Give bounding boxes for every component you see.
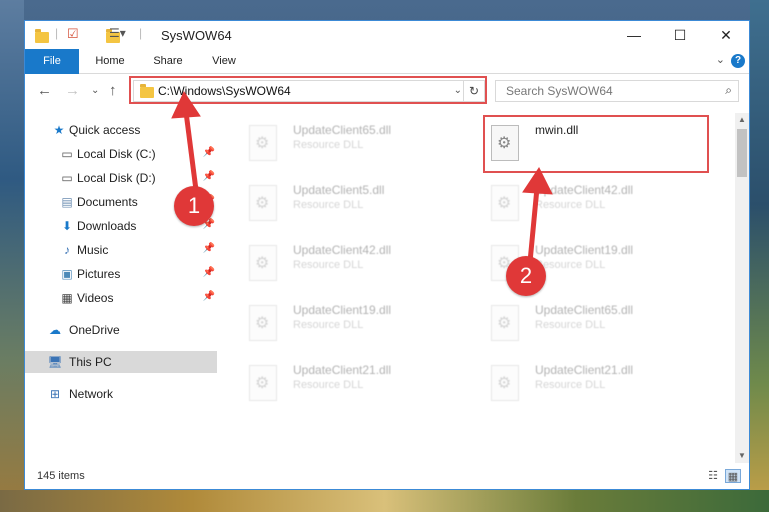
videos-icon: ▦ (61, 291, 73, 305)
maximize-button[interactable]: ☐ (657, 21, 703, 49)
step-2-badge: 2 (506, 256, 546, 296)
window-title: SysWOW64 (161, 28, 232, 43)
forward-arrow-icon[interactable]: → (65, 82, 80, 99)
navigation-bar: ← → ⌄ ↑ C:\Windows\SysWOW64 ⌄ ↻ Search S… (25, 74, 749, 108)
file-item[interactable]: ⚙ UpdateClient42.dll Resource DLL (241, 239, 461, 291)
pin-icon[interactable]: 📌 (203, 291, 215, 302)
pictures-icon: ▣ (61, 267, 73, 281)
desktop-background-right (750, 0, 769, 512)
gear-icon: ⚙ (255, 255, 270, 272)
gear-icon: ⚙ (497, 315, 512, 332)
item-count: 145 items (37, 470, 85, 482)
downloads-icon: ⬇ (61, 219, 73, 233)
sidebar-item-network[interactable]: ⊞ Network (25, 383, 217, 405)
search-icon[interactable]: ⌕ (725, 83, 732, 98)
tab-home[interactable]: Home (87, 49, 133, 73)
documents-icon: ▤ (61, 195, 73, 209)
pin-icon[interactable]: 📌 (203, 267, 215, 278)
folder-icon (35, 29, 49, 44)
chevron-down-icon[interactable]: ⌄ (716, 53, 725, 66)
file-item[interactable]: ⚙ UpdateClient19.dll Resource DLL (241, 299, 461, 351)
drive-icon: ▭ (61, 171, 73, 185)
sidebar-item-music[interactable]: ♪ Music 📌 (25, 239, 217, 261)
details-view-icon[interactable]: ☷ (705, 469, 721, 483)
file-highlight-box (483, 115, 709, 173)
search-input[interactable]: Search SysWOW64 (506, 84, 613, 98)
sidebar-item-videos[interactable]: ▦ Videos 📌 (25, 287, 217, 309)
file-item[interactable]: ⚙ UpdateClient65.dll Resource DLL (483, 299, 703, 351)
folder-icon (140, 84, 154, 98)
minimize-button[interactable]: — (611, 21, 657, 49)
help-button[interactable]: ? (731, 54, 745, 68)
navigation-pane: ★ Quick access ▭ Local Disk (C:) 📌 ▭ Loc… (25, 113, 220, 463)
address-bar[interactable]: C:\Windows\SysWOW64 ⌄ ↻ (133, 80, 485, 102)
explorer-window: | ☑ ☰▾ | SysWOW64 — ☐ ✕ File Home Share … (24, 20, 750, 490)
properties-icon[interactable]: ☑ (67, 26, 79, 42)
sidebar-item-this-pc[interactable]: 🖥 This PC (25, 351, 217, 373)
search-box[interactable]: Search SysWOW64 ⌕ (495, 80, 739, 102)
file-item[interactable]: ⚙ UpdateClient65.dll Resource DLL (241, 119, 461, 171)
gear-icon: ⚙ (497, 375, 512, 392)
file-list: ⚙ UpdateClient65.dll Resource DLL ⚙ mwin… (221, 113, 736, 463)
computer-icon: 🖥 (47, 355, 63, 369)
network-icon: ⊞ (49, 387, 61, 401)
scroll-down-icon[interactable]: ▼ (735, 449, 749, 463)
pin-icon[interactable]: 📌 (203, 171, 215, 182)
tiles-view-icon[interactable]: ▦ (725, 469, 741, 483)
file-item[interactable]: ⚙ UpdateClient21.dll Resource DLL (241, 359, 461, 411)
gear-icon: ⚙ (255, 195, 270, 212)
refresh-icon[interactable]: ↻ (463, 81, 484, 101)
gear-icon: ⚙ (255, 315, 270, 332)
step-1-badge: 1 (174, 186, 214, 226)
title-bar: | ☑ ☰▾ | SysWOW64 — ☐ ✕ (25, 21, 749, 49)
recent-locations-icon[interactable]: ⌄ (91, 85, 99, 96)
up-arrow-icon[interactable]: ↑ (109, 82, 117, 99)
vertical-scrollbar[interactable]: ▲ ▼ (735, 113, 749, 463)
separator: | (139, 26, 143, 40)
address-path[interactable]: C:\Windows\SysWOW64 (158, 84, 291, 98)
chevron-down-icon[interactable]: ⌄ (454, 85, 462, 96)
status-bar: 145 items ☷ ▦ (25, 463, 749, 489)
pin-icon[interactable]: 📌 (203, 243, 215, 254)
desktop-background-bottom (0, 490, 769, 512)
customize-toolbar-icon[interactable]: ☰▾ (109, 26, 126, 42)
drive-icon: ▭ (61, 147, 73, 161)
desktop-background-left (0, 0, 24, 512)
sidebar-item-quick-access[interactable]: ★ Quick access (25, 119, 217, 141)
gear-icon: ⚙ (255, 375, 270, 392)
music-icon: ♪ (64, 243, 70, 257)
scroll-up-icon[interactable]: ▲ (735, 113, 749, 127)
sidebar-item-pictures[interactable]: ▣ Pictures 📌 (25, 263, 217, 285)
sidebar-item-local-disk-c[interactable]: ▭ Local Disk (C:) 📌 (25, 143, 217, 165)
cloud-icon: ☁ (49, 323, 61, 337)
sidebar-item-onedrive[interactable]: ☁ OneDrive (25, 319, 217, 341)
ribbon-tabs: File Home Share View ⌄ ? (25, 49, 749, 101)
tab-share[interactable]: Share (145, 49, 191, 73)
separator: | (55, 26, 59, 40)
scrollbar-thumb[interactable] (737, 129, 747, 177)
tab-view[interactable]: View (201, 49, 247, 73)
back-arrow-icon[interactable]: ← (37, 82, 52, 99)
close-button[interactable]: ✕ (703, 21, 749, 49)
pin-icon[interactable]: 📌 (203, 147, 215, 158)
file-item[interactable]: ⚙ UpdateClient42.dll Resource DLL (483, 179, 703, 231)
gear-icon: ⚙ (255, 135, 270, 152)
star-icon: ★ (53, 123, 65, 137)
file-item[interactable]: ⚙ UpdateClient21.dll Resource DLL (483, 359, 703, 411)
file-item[interactable]: ⚙ UpdateClient5.dll Resource DLL (241, 179, 461, 231)
gear-icon: ⚙ (497, 195, 512, 212)
